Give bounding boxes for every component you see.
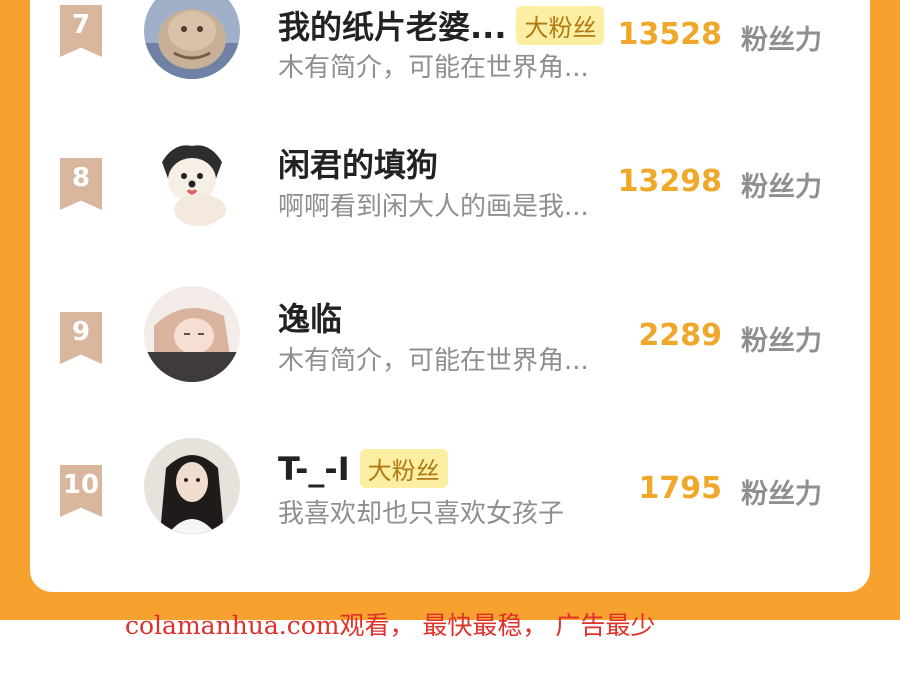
rank-tag: 9 <box>60 312 102 364</box>
fan-ranking-card: 7 我的纸片老婆... 大粉丝 木有简介，可能在世界角... 13528 粉丝力… <box>30 0 870 592</box>
rank-tag: 10 <box>60 465 102 517</box>
fan-power-unit: 粉丝力 <box>741 172 822 203</box>
anime-girl-avatar[interactable] <box>144 286 240 382</box>
fan-power-unit: 粉丝力 <box>741 25 822 56</box>
name-line: T-_-I 大粉丝 <box>278 449 448 488</box>
rank-tag: 7 <box>60 5 102 57</box>
fan-power-score: 13528 <box>617 17 722 52</box>
dog-drawing-avatar[interactable] <box>144 132 240 228</box>
user-description: 木有简介，可能在世界角... <box>278 346 589 376</box>
watermark-footer: colamanhua.com观看， 最快最稳， 广告最少 <box>125 611 656 640</box>
ranking-row[interactable]: 9 逸临 木有简介，可能在世界角... 2289 粉丝力 <box>30 260 870 413</box>
rank-tag: 8 <box>60 158 102 210</box>
user-description: 啊啊看到闲大人的画是我... <box>278 192 589 222</box>
big-fan-badge: 大粉丝 <box>359 449 448 488</box>
user-name[interactable]: 逸临 <box>278 294 342 340</box>
big-fan-badge: 大粉丝 <box>516 5 605 45</box>
user-name[interactable]: 闲君的填狗 <box>278 140 438 186</box>
user-description: 我喜欢却也只喜欢女孩子 <box>278 499 565 529</box>
ranking-row[interactable]: 10 T-_-I 大粉丝 我喜欢却也只喜欢女孩子 1795 粉丝力 <box>30 413 870 566</box>
fan-power-score: 2289 <box>638 318 723 353</box>
name-line: 逸临 <box>278 294 342 340</box>
cat-photo-avatar[interactable] <box>144 0 240 79</box>
ranking-row[interactable]: 7 我的纸片老婆... 大粉丝 木有简介，可能在世界角... 13528 粉丝力 <box>30 0 870 106</box>
fan-power-score: 13298 <box>617 164 722 199</box>
user-name[interactable]: 我的纸片老婆... <box>278 2 506 48</box>
fan-power-score: 1795 <box>638 471 723 506</box>
name-line: 我的纸片老婆... 大粉丝 <box>278 2 605 48</box>
ranking-row[interactable]: 8 闲君的填狗 啊啊看到闲大人的画是我... 13298 粉丝力 <box>30 106 870 259</box>
fan-power-unit: 粉丝力 <box>741 479 822 510</box>
woman-photo-avatar[interactable] <box>144 438 240 534</box>
user-description: 木有简介，可能在世界角... <box>278 53 589 83</box>
name-line: 闲君的填狗 <box>278 140 438 186</box>
user-name[interactable]: T-_-I <box>278 450 350 488</box>
fan-power-unit: 粉丝力 <box>741 326 822 357</box>
